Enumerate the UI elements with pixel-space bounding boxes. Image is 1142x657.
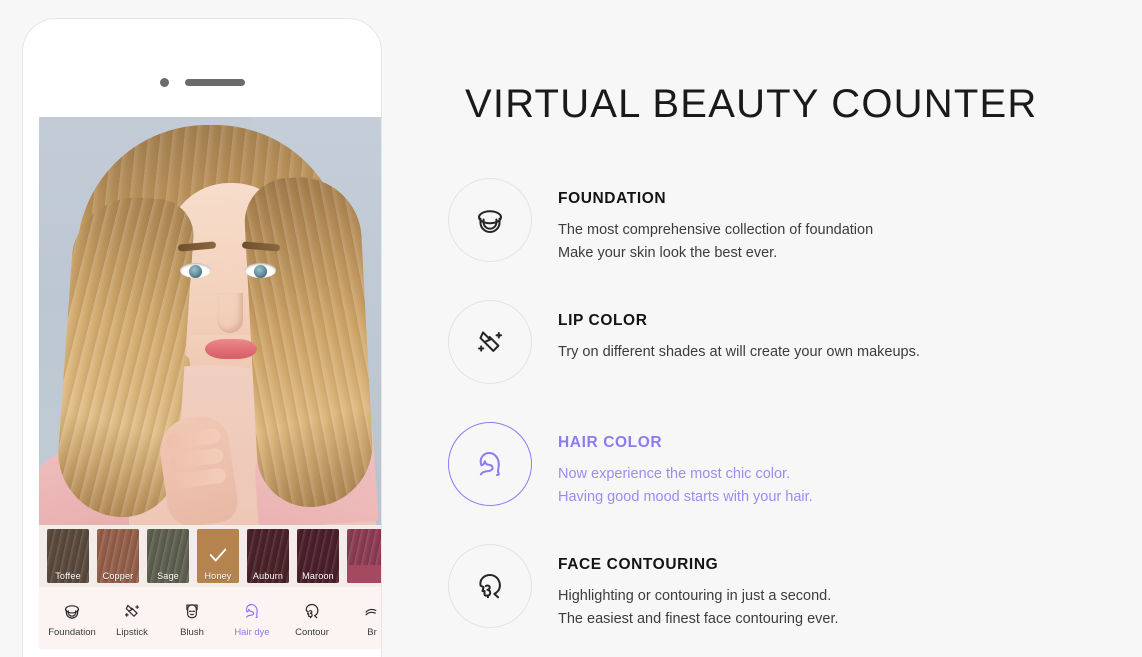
lipstick-icon bbox=[119, 598, 145, 624]
swatch-label-band bbox=[347, 565, 381, 583]
phone-screen: Toffee Copper Sage Honey Auburn Maroon Founda… bbox=[39, 117, 381, 657]
tool-blush[interactable]: Blush bbox=[163, 598, 221, 638]
tool-label: Blush bbox=[180, 627, 204, 638]
swatch-label: Sage bbox=[157, 571, 179, 581]
face-contour-icon bbox=[299, 598, 325, 624]
tool-contour[interactable]: Contour bbox=[283, 598, 341, 638]
feature-title: FOUNDATION bbox=[558, 190, 667, 207]
tool-label: Lipstick bbox=[116, 627, 148, 638]
color-swatch-partial[interactable] bbox=[347, 529, 381, 583]
feature-title: HAIR COLOR bbox=[558, 434, 663, 451]
feature-item-face-contouring[interactable]: FACE CONTOURING Highlighting or contourin… bbox=[448, 544, 1138, 657]
hair-profile-icon bbox=[239, 598, 265, 624]
swatch-label: Honey bbox=[204, 571, 232, 581]
feature-description: The most comprehensive collection of fou… bbox=[558, 219, 873, 265]
cushion-compact-icon bbox=[448, 178, 532, 262]
model-iris-right bbox=[254, 265, 267, 278]
earpiece-speaker-icon bbox=[184, 78, 245, 86]
color-swatch-sage[interactable]: Sage bbox=[147, 529, 189, 583]
hair-strand-right bbox=[242, 174, 376, 510]
feature-description: Now experience the most chic color. Havin… bbox=[558, 463, 813, 509]
color-swatch-honey[interactable]: Honey bbox=[197, 529, 239, 583]
feature-description-line: The most comprehensive collection of fou… bbox=[558, 222, 874, 238]
swatch-label: Toffee bbox=[55, 571, 81, 581]
tool-label: Contour bbox=[295, 627, 329, 638]
tool-label: Foundation bbox=[48, 627, 96, 638]
phone-mockup: Toffee Copper Sage Honey Auburn Maroon Founda… bbox=[22, 18, 382, 657]
content-panel: VIRTUAL BEAUTY COUNTER FOUNDATION The mos… bbox=[420, 0, 1142, 657]
hair-profile-icon bbox=[448, 422, 532, 506]
feature-description-line: Now experience the most chic color. bbox=[558, 466, 791, 482]
feature-description-line: Try on different shades at will create y… bbox=[558, 344, 920, 360]
tool-br[interactable]: Br bbox=[343, 598, 381, 638]
color-swatch-maroon[interactable]: Maroon bbox=[297, 529, 339, 583]
color-swatch-copper[interactable]: Copper bbox=[97, 529, 139, 583]
tool-hair-dye[interactable]: Hair dye bbox=[223, 598, 281, 638]
model-portrait-photo bbox=[39, 117, 381, 525]
feature-text-block: FOUNDATION The most comprehensive collect… bbox=[558, 178, 873, 265]
tool-label: Br bbox=[367, 627, 377, 638]
page-title: VIRTUAL BEAUTY COUNTER bbox=[465, 82, 1038, 126]
app-page: Toffee Copper Sage Honey Auburn Maroon Founda… bbox=[0, 0, 1142, 657]
feature-description: Try on different shades at will create y… bbox=[558, 341, 920, 364]
swatch-label: Copper bbox=[102, 571, 134, 581]
makeup-tool-bar[interactable]: Foundation Lipstick Blush Hair dye Contour Br bbox=[39, 587, 381, 649]
feature-text-block: HAIR COLOR Now experience the most chic c… bbox=[558, 422, 813, 509]
tool-lipstick[interactable]: Lipstick bbox=[103, 598, 161, 638]
model-iris-left bbox=[189, 265, 202, 278]
feature-description-line: Highlighting or contouring in just a sec… bbox=[558, 588, 832, 604]
feature-title: FACE CONTOURING bbox=[558, 556, 719, 573]
feature-description-line: The easiest and finest face contouring e… bbox=[558, 611, 839, 627]
feature-list: FOUNDATION The most comprehensive collect… bbox=[448, 178, 1138, 657]
phone-earpiece-area bbox=[23, 73, 381, 91]
feature-item-hair-color[interactable]: HAIR COLOR Now experience the most chic c… bbox=[448, 422, 1138, 544]
swatch-label: Maroon bbox=[302, 571, 334, 581]
feature-item-foundation[interactable]: FOUNDATION The most comprehensive collect… bbox=[448, 178, 1138, 300]
model-lips bbox=[205, 339, 257, 359]
checkmark-icon bbox=[207, 544, 229, 566]
color-swatch-toffee[interactable]: Toffee bbox=[47, 529, 89, 583]
tool-label: Hair dye bbox=[234, 627, 270, 638]
hair-color-swatch-strip[interactable]: Toffee Copper Sage Honey Auburn Maroon bbox=[39, 525, 381, 587]
model-nose bbox=[217, 293, 243, 333]
feature-item-lip-color[interactable]: LIP COLOR Try on different shades at will… bbox=[448, 300, 1138, 422]
swatch-label: Auburn bbox=[252, 571, 284, 581]
tool-foundation[interactable]: Foundation bbox=[43, 598, 101, 638]
feature-text-block: LIP COLOR Try on different shades at will… bbox=[558, 300, 920, 364]
face-contour-icon bbox=[448, 544, 532, 628]
feature-text-block: FACE CONTOURING Highlighting or contourin… bbox=[558, 544, 839, 631]
feature-title: LIP COLOR bbox=[558, 312, 648, 329]
front-camera-dot-icon bbox=[159, 77, 169, 87]
brow-icon bbox=[359, 598, 381, 624]
face-front-icon bbox=[179, 598, 205, 624]
feature-description-line: Make your skin look the best ever. bbox=[558, 245, 778, 261]
lipstick-icon bbox=[448, 300, 532, 384]
cushion-compact-icon bbox=[59, 598, 85, 624]
feature-description-line: Having good mood starts with your hair. bbox=[558, 489, 813, 505]
color-swatch-auburn[interactable]: Auburn bbox=[247, 529, 289, 583]
feature-description: Highlighting or contouring in just a sec… bbox=[558, 585, 839, 631]
